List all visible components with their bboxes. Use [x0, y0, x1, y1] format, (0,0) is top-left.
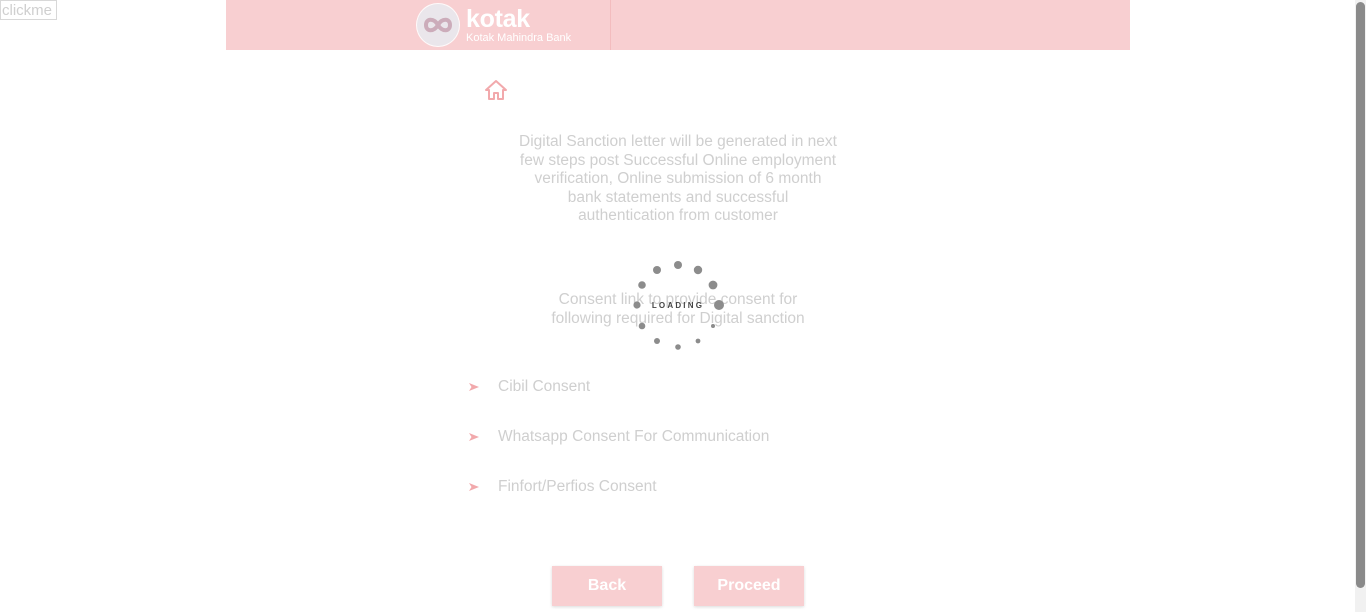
consent-label: Cibil Consent	[498, 378, 591, 395]
sanction-description: Digital Sanction letter will be generate…	[519, 133, 837, 224]
consent-label: Whatsapp Consent For Communication	[498, 428, 770, 445]
brand-subtitle: Kotak Mahindra Bank	[466, 32, 572, 44]
scrollbar-thumb[interactable]	[1356, 2, 1365, 588]
back-button[interactable]: Back	[552, 566, 662, 606]
arrow-right-icon	[469, 483, 479, 491]
header-bar: kotak Kotak Mahindra Bank	[226, 0, 1130, 50]
consent-item-whatsapp: Whatsapp Consent For Communication	[468, 427, 769, 447]
consent-label: Finfort/Perfios Consent	[498, 478, 657, 495]
brand-name: kotak	[466, 5, 530, 33]
clickme-button[interactable]: clickme	[0, 0, 57, 20]
loading-text: LOADING	[651, 301, 705, 310]
arrow-right-icon	[469, 433, 479, 441]
consent-item-cibil: Cibil Consent	[468, 377, 590, 397]
arrow-right-icon	[469, 383, 479, 391]
vertical-scrollbar[interactable]	[1355, 0, 1366, 612]
consent-item-finfort: Finfort/Perfios Consent	[468, 477, 657, 497]
kotak-infinity-icon	[416, 3, 460, 47]
kotak-logo[interactable]: kotak Kotak Mahindra Bank	[416, 3, 571, 47]
header-divider	[610, 0, 611, 50]
proceed-button[interactable]: Proceed	[694, 566, 804, 606]
home-icon[interactable]	[484, 78, 508, 102]
